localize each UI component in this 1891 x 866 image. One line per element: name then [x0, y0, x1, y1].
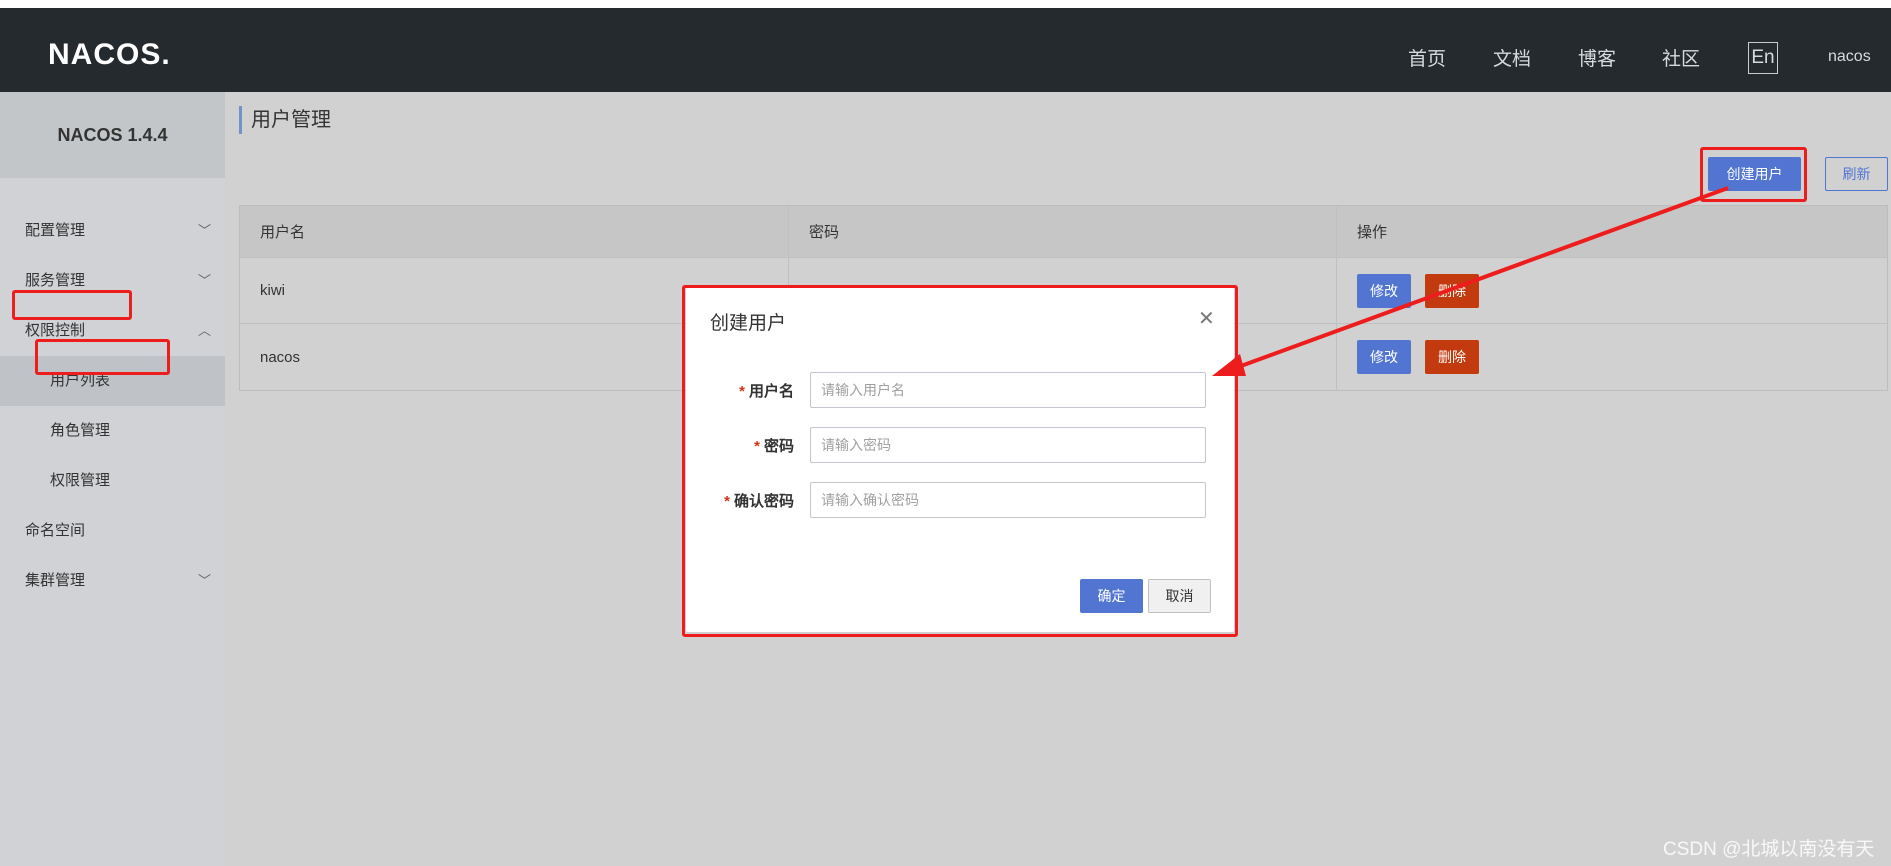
nav-blog[interactable]: 博客 — [1578, 44, 1616, 71]
sidebar-item-label: 命名空间 — [25, 522, 86, 539]
sidebar-version: NACOS 1.4.4 — [0, 92, 225, 178]
page-title: 用户管理 — [239, 106, 331, 134]
chevron-down-icon: ﹀ — [197, 273, 211, 288]
actions-cell: 修改 删除 — [1337, 324, 1887, 390]
delete-button[interactable]: 删除 — [1425, 273, 1479, 308]
highlight-dialog — [682, 285, 1238, 637]
actions-cell: 修改 删除 — [1337, 258, 1887, 323]
nacos-logo[interactable]: NACOS. — [48, 38, 172, 70]
delete-button[interactable]: 删除 — [1425, 340, 1479, 374]
column-header-password: 密码 — [789, 206, 1337, 257]
refresh-button[interactable]: 刷新 — [1825, 157, 1888, 191]
sidebar-item-label: 权限控制 — [25, 322, 86, 339]
sidebar-item-label: 配置管理 — [25, 222, 86, 239]
sidebar-item-config[interactable]: 配置管理 ﹀ — [0, 206, 225, 256]
sidebar-item-label: 服务管理 — [25, 272, 86, 289]
column-header-actions: 操作 — [1357, 224, 1388, 241]
sidebar-item-permissions[interactable]: 权限管理 — [0, 456, 225, 506]
nav-docs[interactable]: 文档 — [1493, 44, 1531, 71]
edit-button[interactable]: 修改 — [1357, 273, 1411, 308]
window-top-strip — [0, 0, 1891, 8]
sidebar-item-namespace[interactable]: 命名空间 — [0, 506, 225, 556]
top-nav-bar: NACOS. 首页 文档 博客 社区 En nacos — [0, 8, 1891, 92]
highlight-create-button — [1700, 147, 1807, 202]
watermark: CSDN @北城以南没有天 — [1663, 839, 1875, 860]
sidebar-item-label: 权限管理 — [50, 472, 111, 489]
svg-text:NACOS.: NACOS. — [48, 38, 171, 70]
sidebar-item-label: 集群管理 — [25, 572, 86, 589]
sidebar-item-roles[interactable]: 角色管理 — [0, 406, 225, 456]
sidebar: NACOS 1.4.4 配置管理 ﹀ 服务管理 ﹀ 权限控制 ︿ 用户列表 角色… — [0, 92, 225, 866]
highlight-auth-menu — [12, 290, 132, 320]
sidebar-item-cluster[interactable]: 集群管理 ﹀ — [0, 556, 225, 606]
highlight-user-list — [35, 339, 170, 375]
nav-community[interactable]: 社区 — [1662, 44, 1700, 71]
table-header-row: 用户名 密码 操作 — [240, 206, 1887, 258]
sidebar-item-label: 角色管理 — [50, 422, 111, 439]
chevron-up-icon: ︿ — [197, 323, 211, 338]
edit-button[interactable]: 修改 — [1357, 340, 1411, 374]
nav-home[interactable]: 首页 — [1408, 44, 1446, 71]
chevron-down-icon: ﹀ — [197, 223, 211, 238]
language-switch[interactable]: En — [1748, 42, 1778, 74]
current-user[interactable]: nacos — [1828, 48, 1871, 66]
chevron-down-icon: ﹀ — [197, 573, 211, 588]
column-header-username: 用户名 — [240, 206, 789, 257]
